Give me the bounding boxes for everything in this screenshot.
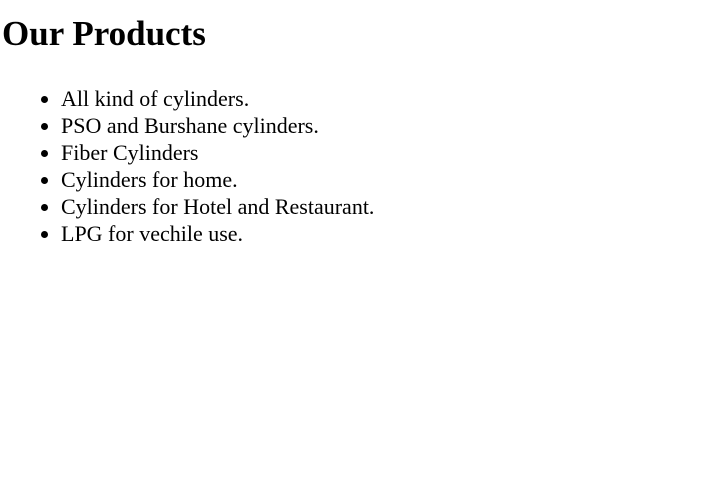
list-item: Fiber Cylinders (61, 139, 374, 166)
list-item: LPG for vechile use. (61, 220, 374, 247)
list-item: Cylinders for Hotel and Restaurant. (61, 193, 374, 220)
list-item: Cylinders for home. (61, 166, 374, 193)
list-item: PSO and Burshane cylinders. (61, 112, 374, 139)
page-title: Our Products (2, 14, 206, 53)
list-item: All kind of cylinders. (61, 85, 374, 112)
product-list: All kind of cylinders. PSO and Burshane … (61, 85, 374, 247)
